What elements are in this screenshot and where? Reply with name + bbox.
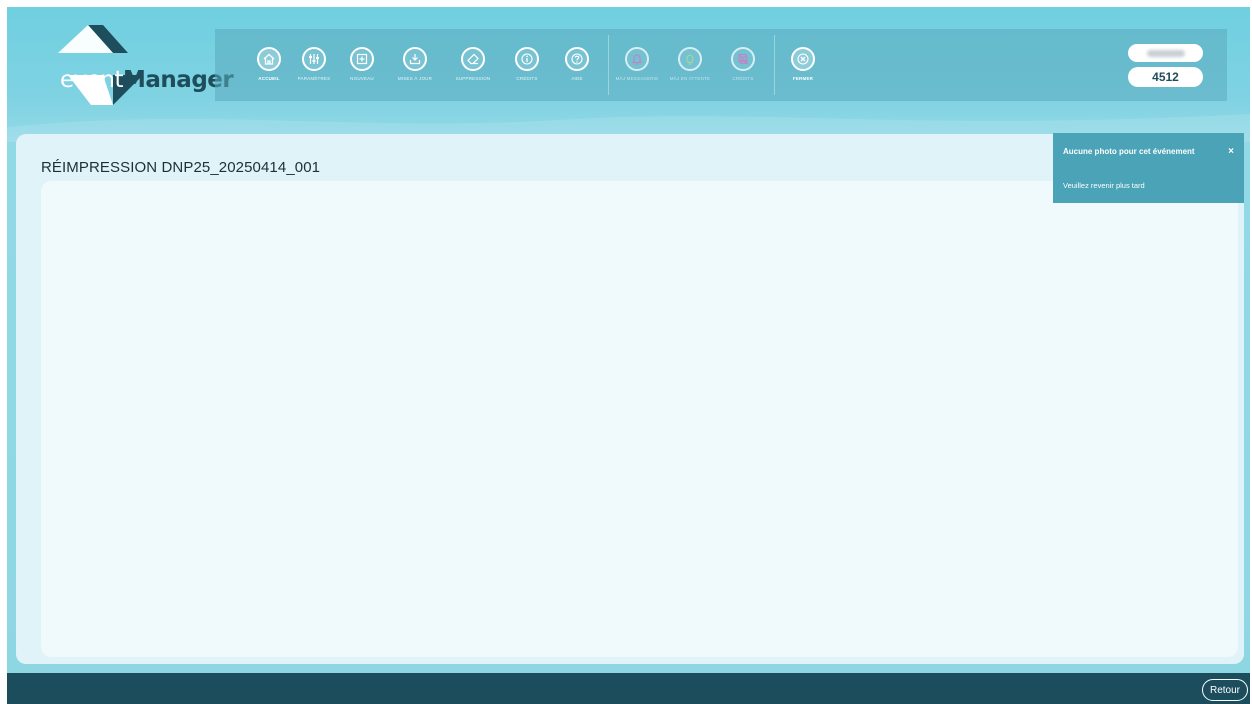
toolbar-credits-button[interactable]: CRÉDITS: [499, 29, 555, 101]
toolbar-pending-button[interactable]: MÀJ EN ATTENTE: [662, 29, 718, 101]
sliders-icon: [309, 54, 319, 64]
toast-close-button[interactable]: ×: [1228, 146, 1234, 157]
redacted-user-name: [1146, 49, 1185, 57]
main-toolbar: ACCUEIL PARAMÈTRES NOUVEAU MISES À JOUR …: [215, 29, 1227, 101]
photo-list-area: [41, 181, 1238, 657]
reprint-panel: RÉIMPRESSION DNP25_20250414_001: [16, 134, 1244, 664]
toast-title: Aucune photo pour cet événement: [1063, 147, 1195, 156]
download-tray-icon: [409, 54, 421, 65]
toolbar-messaging-button[interactable]: MÀJ MESSAGERIE: [609, 29, 665, 101]
toolbar-new-button[interactable]: NOUVEAU: [334, 29, 390, 101]
toolbar-help-button[interactable]: AIDE: [549, 29, 605, 101]
print-off-icon: [737, 53, 749, 65]
app-window: eventManager ACCUEIL PARAMÈTRES NOUVEAU …: [7, 7, 1250, 704]
page-title: RÉIMPRESSION DNP25_20250414_001: [41, 159, 321, 176]
help-icon: [571, 53, 583, 65]
toolbar-print-credits-button[interactable]: CRÉDITS: [715, 29, 771, 101]
logo-chevron-icon: [58, 25, 143, 105]
close-circle-icon: [797, 53, 809, 65]
toast-message: Veuillez revenir plus tard: [1063, 181, 1145, 190]
toolbar-delete-button[interactable]: SUPPRESSION: [445, 29, 501, 101]
back-button[interactable]: Retour: [1202, 679, 1248, 701]
toolbar-close-button[interactable]: FERMER: [775, 29, 831, 101]
event-manager-logo: eventManager: [33, 25, 234, 105]
footer-bar: Retour: [7, 673, 1250, 704]
notification-toast: Aucune photo pour cet événement × Veuill…: [1053, 133, 1244, 203]
info-icon: [521, 53, 533, 65]
plus-square-icon: [356, 53, 368, 65]
bell-icon: [631, 54, 643, 65]
eraser-icon: [467, 53, 479, 65]
toolbar-updates-button[interactable]: MISES À JOUR: [387, 29, 443, 101]
user-name-field: [1128, 44, 1203, 62]
logo-text: eventManager: [60, 67, 234, 93]
home-icon: [263, 53, 275, 65]
account-number-badge: 4512: [1128, 67, 1203, 87]
lightbulb-icon: [686, 54, 694, 65]
